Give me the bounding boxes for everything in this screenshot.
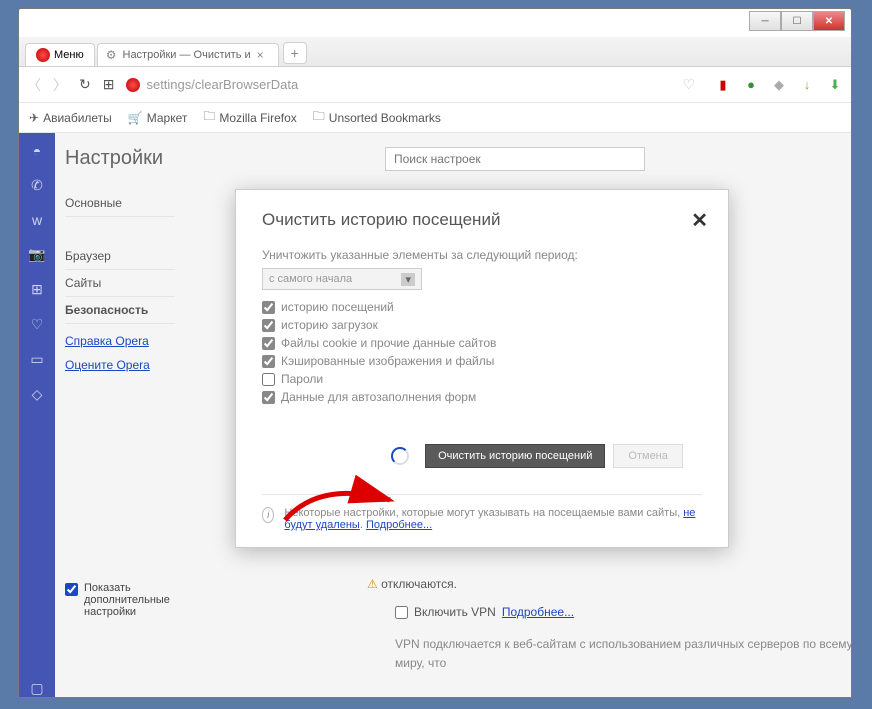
window-controls: ─ ☐ ✕ <box>19 9 851 37</box>
checkbox-list: историю посещений историю загрузок Файлы… <box>262 300 702 404</box>
clear-button[interactable]: Очистить историю посещений <box>425 444 605 468</box>
sidebar-item-browser[interactable]: Браузер <box>65 243 175 270</box>
extension-icon[interactable]: ● <box>743 77 759 93</box>
modal-title: Очистить историю посещений <box>262 210 702 230</box>
check-download-history[interactable]: историю загрузок <box>262 318 702 332</box>
check-passwords[interactable]: Пароли <box>262 372 702 386</box>
url-field[interactable]: settings/clearBrowserData <box>126 77 670 92</box>
minimize-button[interactable]: ─ <box>749 11 781 31</box>
vpn-more-link[interactable]: Подробнее... <box>502 603 574 622</box>
vpn-checkbox[interactable] <box>395 606 408 619</box>
modal-subtitle: Уничтожить указанные элементы за следующ… <box>262 248 702 262</box>
tab-settings[interactable]: ⚙ Настройки — Очистить и × <box>97 43 279 66</box>
camera-icon[interactable]: 📷 <box>28 246 45 263</box>
news-icon[interactable]: ▭ <box>30 351 43 368</box>
rate-link[interactable]: Оцените Opera <box>65 358 155 372</box>
modal-buttons: Очистить историю посещений Отмена <box>262 444 702 468</box>
help-link[interactable]: Справка Opera <box>65 334 155 348</box>
heart-icon[interactable]: ♡ <box>31 316 44 333</box>
forward-button[interactable]: 〉 <box>53 75 67 95</box>
extension-icon[interactable]: ⬇ <box>827 77 843 93</box>
chevron-down-icon: ▾ <box>401 273 415 286</box>
url-text: settings/clearBrowserData <box>146 77 298 92</box>
extension-icon[interactable]: ◆ <box>771 77 787 93</box>
tag-icon[interactable]: ◇ <box>32 386 43 403</box>
tab-bar: Меню ⚙ Настройки — Очистить и × + <box>19 37 851 67</box>
address-bar: 〈 〉 ↻ ⊞ settings/clearBrowserData ♡ ▮ ● … <box>19 67 851 103</box>
cancel-button[interactable]: Отмена <box>613 444 682 468</box>
search-input[interactable] <box>385 147 645 171</box>
reload-button[interactable]: ↻ <box>79 76 91 93</box>
page-title: Настройки <box>65 147 155 170</box>
menu-label: Меню <box>54 49 84 61</box>
extension-icon[interactable]: ▮ <box>715 77 731 93</box>
grid-icon[interactable]: ⊞ <box>31 281 43 298</box>
info-icon: i <box>262 507 274 523</box>
learn-more-link[interactable]: Подробнее... <box>366 519 432 531</box>
vk-icon[interactable]: w <box>32 212 42 228</box>
bookmark-heart-icon[interactable]: ♡ <box>682 76 695 93</box>
period-value: с самого начала <box>269 273 352 285</box>
bookmarks-bar: ✈ Авиабилеты 🛒 Маркет 🗀 Mozilla Firefox … <box>19 103 851 133</box>
check-cache[interactable]: Кэшированные изображения и файлы <box>262 354 702 368</box>
check-browsing-history[interactable]: историю посещений <box>262 300 702 314</box>
whatsapp-icon[interactable]: ✆ <box>31 177 43 194</box>
bookmark-folder[interactable]: 🗀 Unsorted Bookmarks <box>313 107 441 128</box>
maximize-button[interactable]: ☐ <box>781 11 813 31</box>
opera-menu-button[interactable]: Меню <box>25 43 95 66</box>
opera-icon <box>36 48 50 62</box>
show-advanced-label: Показать дополнительные настройки <box>84 582 170 618</box>
opera-icon <box>126 78 140 92</box>
bookmark-item[interactable]: 🛒 Маркет <box>128 111 188 125</box>
check-autofill[interactable]: Данные для автозаполнения форм <box>262 390 702 404</box>
period-select[interactable]: с самого начала ▾ <box>262 268 422 290</box>
close-icon[interactable]: ✕ <box>691 208 708 233</box>
sidebar-item-security[interactable]: Безопасность <box>65 297 175 324</box>
app-window: ─ ☐ ✕ Меню ⚙ Настройки — Очистить и × + … <box>18 8 852 698</box>
new-tab-button[interactable]: + <box>283 42 307 64</box>
square-icon[interactable]: ▢ <box>30 680 43 697</box>
settings-sidebar: Настройки Основные Браузер Сайты Безопас… <box>55 133 155 697</box>
close-tab-icon[interactable]: × <box>257 48 264 62</box>
clear-history-modal: ✕ Очистить историю посещений Уничтожить … <box>235 189 729 548</box>
close-window-button[interactable]: ✕ <box>813 11 845 31</box>
modal-info: i Некоторые настройки, которые могут ука… <box>262 494 702 531</box>
sidebar-item-basic[interactable]: Основные <box>65 190 175 217</box>
settings-main: Настройки Основные Браузер Сайты Безопас… <box>55 133 851 697</box>
vpn-checkbox-row[interactable]: Включить VPN Подробнее... <box>395 603 855 622</box>
gear-icon: ⚙ <box>106 48 117 62</box>
sidebar-rail: ◓ ✆ w 📷 ⊞ ♡ ▭ ◇ ▢ <box>19 133 55 697</box>
spinner-icon <box>391 447 409 465</box>
vpn-label: Включить VPN <box>414 603 496 622</box>
bookmark-item[interactable]: ✈ Авиабилеты <box>29 111 112 125</box>
content-area: ◓ ✆ w 📷 ⊞ ♡ ▭ ◇ ▢ Настройки Основные Бра… <box>19 133 851 697</box>
show-advanced-checkbox[interactable]: Показать дополнительные настройки <box>65 582 155 618</box>
tab-title: Настройки — Очистить и <box>123 49 251 61</box>
download-icon[interactable]: ↓ <box>799 77 815 93</box>
messenger-icon[interactable]: ◓ <box>33 143 41 159</box>
bookmark-folder[interactable]: 🗀 Mozilla Firefox <box>203 107 296 128</box>
speed-dial-button[interactable]: ⊞ <box>103 76 115 93</box>
check-cookies[interactable]: Файлы cookie и прочие данные сайтов <box>262 336 702 350</box>
sidebar-item-sites[interactable]: Сайты <box>65 270 175 297</box>
back-button[interactable]: 〈 <box>27 75 41 95</box>
